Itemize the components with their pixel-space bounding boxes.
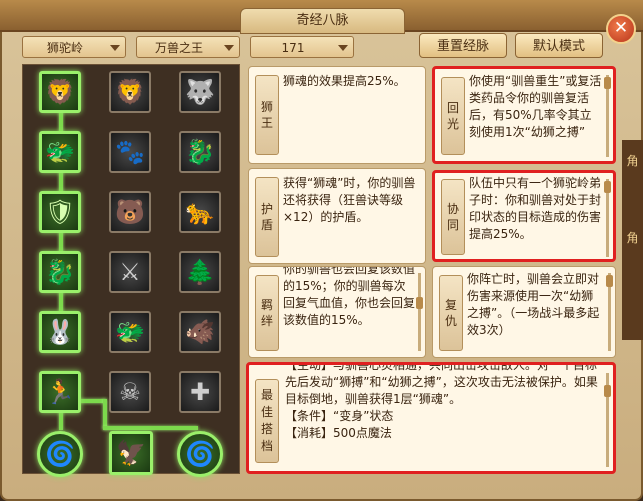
default-mode-button[interactable]: 默认模式 — [515, 33, 603, 58]
skill-node-swirl-orb-2-icon[interactable]: 🌀 — [177, 431, 223, 477]
title-char: 回 — [446, 101, 459, 115]
title-char: 档 — [260, 439, 273, 453]
skill-node-beast-fang-icon[interactable]: 🐉 — [179, 131, 221, 173]
talent-effect-text: 【主动】与驯兽心灵相通，共同出击攻击敌人。对一个目标先后发动“狮搏”和“幼狮之搏… — [285, 362, 598, 406]
talent-description: 获得“狮魂”时，你的驯兽还将获得（狂兽诀等级×12）的护盾。 — [283, 176, 416, 224]
talent-card-bond[interactable]: 羁 绊 你的驯兽也会回复该数值的15%；你的驯兽每次回复气血值，你也会回复该数值… — [248, 266, 426, 358]
skill-node-heart-cross-icon[interactable]: ✚ — [179, 371, 221, 413]
skill-node-beast-spirit-icon[interactable]: 🐲 — [39, 131, 81, 173]
title-char: 王 — [260, 116, 273, 130]
talent-card-best-partner[interactable]: 最 佳 搭 档 【主动】与驯兽心灵相通，共同出击攻击敌人。对一个目标先后发动“狮… — [246, 362, 616, 474]
chevron-down-icon — [338, 45, 348, 51]
skill-node-lion-silhouette-icon[interactable]: 🐺 — [179, 71, 221, 113]
title-char: 同 — [446, 218, 459, 232]
talent-description: 你使用“驯兽重生”或复活类药品令你的驯兽复活后，有50%几率令其立刻使用1次“幼… — [469, 74, 602, 139]
background-window-edge: 角 角 — [622, 140, 643, 340]
title-char: 盾 — [260, 218, 273, 232]
talent-title: 护 盾 — [255, 177, 279, 257]
talent-description: 狮魂的效果提高25%。 — [283, 74, 406, 88]
faction-dropdown-value: 狮驼岭 — [46, 41, 83, 55]
title-char: 复 — [444, 298, 457, 312]
talent-cost-text: 【消耗】500点魔法 — [285, 426, 392, 440]
talent-card-revenge[interactable]: 复 仇 你阵亡时，驯兽会立即对伤害来源使用一次“幼狮之搏”。（一场战斗最多起效3… — [432, 266, 616, 358]
talent-card-synergy[interactable]: 协 同 队伍中只有一个狮驼岭弟子时：你和驯兽对处于封印状态的目标造成的伤害提高2… — [432, 170, 616, 262]
talent-description: 【主动】与驯兽心灵相通，共同出击攻击敌人。对一个目标先后发动“狮搏”和“幼狮之搏… — [285, 362, 601, 442]
title-char: 狮 — [260, 100, 273, 114]
talent-description: 队伍中只有一个狮驼岭弟子时：你和驯兽对处于封印状态的目标造成的伤害提高25%。 — [469, 176, 602, 241]
tree-connector — [103, 426, 198, 430]
skill-node-boar-head-icon[interactable]: 🐗 — [179, 311, 221, 353]
talent-title: 回 光 — [441, 77, 465, 155]
side-label: 角 — [626, 154, 639, 168]
title-char: 光 — [446, 117, 459, 131]
talent-title: 羁 绊 — [255, 275, 279, 351]
skill-node-twin-dragons-icon[interactable]: 🐲 — [109, 311, 151, 353]
title-char: 协 — [446, 202, 459, 216]
level-dropdown-value: 171 — [281, 41, 305, 55]
scrollbar-thumb[interactable] — [416, 297, 423, 309]
skill-node-running-figure-icon[interactable]: 🏃 — [39, 371, 81, 413]
title-char: 仇 — [444, 314, 457, 328]
title-char: 护 — [260, 202, 273, 216]
scrollbar-thumb[interactable] — [606, 275, 613, 287]
path-dropdown-value: 万兽之王 — [154, 41, 203, 55]
skill-node-leaping-beast-icon[interactable]: 🐆 — [179, 191, 221, 233]
skill-node-beast-claw-icon[interactable]: 🐾 — [109, 131, 151, 173]
skill-node-armor-icon[interactable]: 🛡 — [39, 191, 81, 233]
skill-node-crescent-beast-icon[interactable]: 🦅 — [109, 431, 153, 475]
skill-node-skull-bones-icon[interactable]: ☠ — [109, 371, 151, 413]
path-dropdown[interactable]: 万兽之王 — [136, 36, 240, 58]
scrollbar-thumb[interactable] — [604, 385, 611, 397]
skill-node-dragon-beast-icon[interactable]: 🐉 — [39, 251, 81, 293]
chevron-down-icon — [224, 45, 234, 51]
skill-node-sword-array-icon[interactable]: ⚔ — [109, 251, 151, 293]
talent-description: 你阵亡时，驯兽会立即对伤害来源使用一次“幼狮之搏”。（一场战斗最多起效3次） — [467, 272, 600, 337]
talent-card-lion-king[interactable]: 狮 王 狮魂的效果提高25%。 — [248, 66, 426, 164]
close-button[interactable]: ✕ — [606, 14, 636, 44]
skill-node-beast-duo-icon[interactable]: 🐰 — [39, 311, 81, 353]
side-label: 角 — [626, 231, 639, 245]
title-char: 搭 — [260, 422, 273, 436]
talent-title: 狮 王 — [255, 75, 279, 155]
scrollbar-thumb[interactable] — [604, 77, 611, 89]
reset-meridian-button[interactable]: 重置经脉 — [419, 33, 507, 58]
talent-title: 最 佳 搭 档 — [255, 379, 279, 463]
title-char: 绊 — [260, 314, 273, 328]
skill-node-lion-face-icon[interactable]: 🦁 — [109, 71, 151, 113]
scrollbar[interactable] — [418, 273, 421, 351]
level-dropdown[interactable]: 171 — [250, 36, 354, 58]
skill-node-swirl-orb-icon[interactable]: 🌀 — [37, 431, 83, 477]
tree-connector — [103, 399, 107, 429]
talent-title: 复 仇 — [439, 275, 463, 351]
skill-node-lion-head-icon[interactable]: 🦁 — [39, 71, 81, 113]
talent-title: 协 同 — [441, 179, 465, 255]
title-char: 佳 — [260, 405, 273, 419]
faction-dropdown[interactable]: 狮驼岭 — [22, 36, 126, 58]
scrollbar-thumb[interactable] — [604, 181, 611, 193]
talent-card-rally[interactable]: 回 光 你使用“驯兽重生”或复活类药品令你的驯兽复活后，有50%几率令其立刻使用… — [432, 66, 616, 164]
talent-condition-text: 【条件】“变身”状态 — [285, 409, 394, 423]
skill-node-tree-spikes-icon[interactable]: 🌲 — [179, 251, 221, 293]
chevron-down-icon — [110, 45, 120, 51]
window-title: 奇经八脉 — [240, 8, 405, 34]
title-char: 羁 — [260, 298, 273, 312]
skill-node-rising-beast-icon[interactable]: 🐻 — [109, 191, 151, 233]
title-char: 最 — [260, 388, 273, 402]
talent-card-shield[interactable]: 护 盾 获得“狮魂”时，你的驯兽还将获得（狂兽诀等级×12）的护盾。 — [248, 168, 426, 264]
talent-description: 你的驯兽也会回复该数值的15%；你的驯兽每次回复气血值，你也会回复该数值的15%… — [283, 266, 416, 327]
